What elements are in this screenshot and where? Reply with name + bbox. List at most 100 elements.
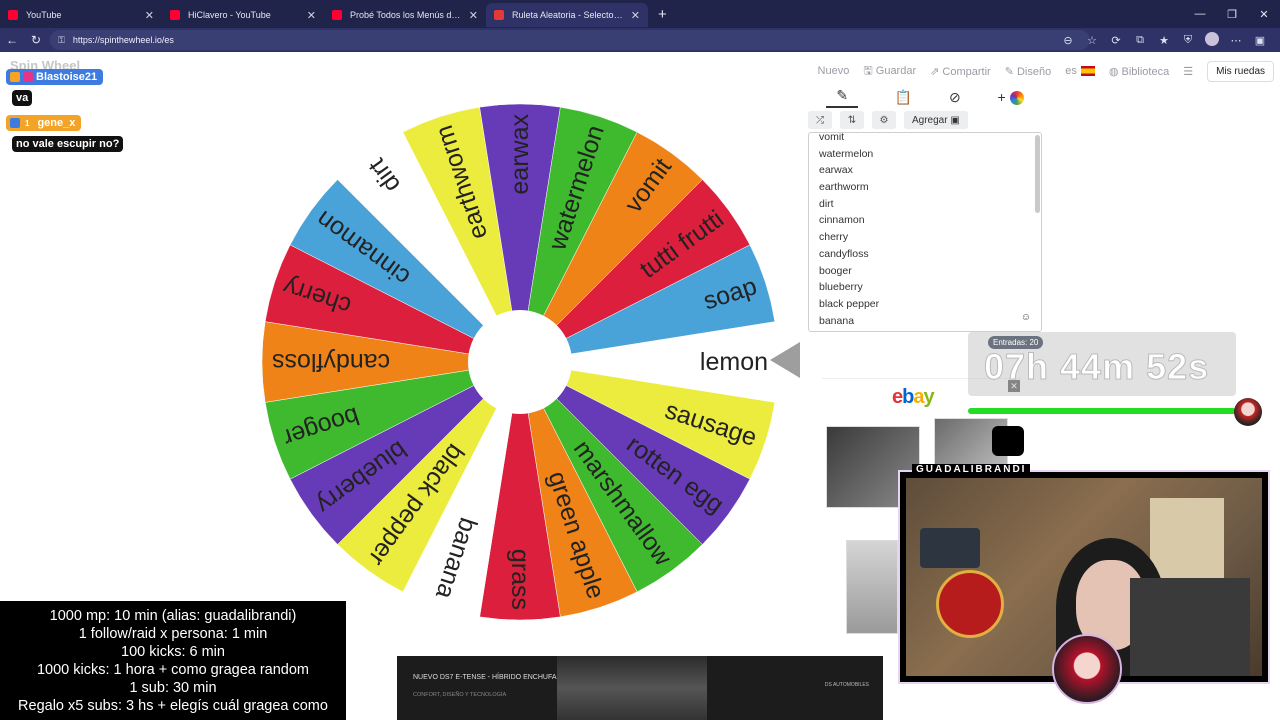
close-icon[interactable]: ✕ — [307, 9, 316, 22]
shuffle-icon[interactable]: ⤮ — [808, 111, 832, 129]
scrollbar[interactable] — [1035, 135, 1040, 213]
entry-line[interactable]: earthworm — [809, 179, 1041, 196]
favorites-icon[interactable]: ★ — [1152, 34, 1176, 47]
entry-line[interactable]: watermelon — [809, 146, 1041, 163]
diseno-label: Diseño — [1016, 65, 1052, 78]
clipboard-icon[interactable]: 📋 — [895, 89, 912, 106]
close-icon[interactable]: ✕ — [145, 9, 154, 22]
wheel-favicon-icon — [494, 10, 504, 20]
browser-tabbar: YouTube ✕ HiClavero - YouTube ✕ Probé To… — [0, 0, 1280, 28]
rule-line: 100 kicks: 6 min — [121, 644, 225, 660]
wheel-segment-label: lemon — [700, 348, 768, 376]
browser-tools: ⊖ ☆ ⟳ ⧉ ★ ⛨ ⋯ ▣ — [1056, 28, 1272, 52]
emoji-icon[interactable]: ☺ — [1021, 312, 1031, 323]
product-image[interactable] — [846, 540, 898, 634]
ad-subtitle: CONFORT, DISEÑO Y TECNOLOGÍA — [413, 692, 507, 698]
entry-line[interactable]: booger — [809, 263, 1041, 280]
rule-line: Regalo x5 subs: 3 hs + elegís cuál grage… — [18, 698, 328, 714]
wheel-center[interactable] — [468, 310, 572, 414]
menu-icon[interactable]: ☰ — [1183, 65, 1193, 78]
minimize-icon[interactable]: — — [1184, 8, 1216, 20]
add-color-icon[interactable]: + — [998, 89, 1024, 106]
entry-line[interactable]: black pepper — [809, 296, 1041, 313]
hide-eye-icon[interactable]: ⊘ — [949, 89, 961, 106]
entry-line[interactable]: earwax — [809, 162, 1041, 179]
browser-tab-active[interactable]: Ruleta Aleatoria - Selector Persona ✕ — [486, 3, 648, 27]
shield-icon[interactable]: ⛨ — [1176, 34, 1200, 47]
new-tab-icon[interactable]: + — [658, 6, 667, 23]
settings-gear-icon[interactable]: ⚙ — [872, 111, 896, 129]
platform-sign — [936, 570, 1004, 638]
extensions-icon[interactable]: ⧉ — [1128, 34, 1152, 47]
entry-line[interactable]: cinnamon — [809, 212, 1041, 229]
save-icon: 🖫 — [863, 64, 876, 77]
browser-tab[interactable]: YouTube ✕ — [0, 3, 162, 27]
nuevo-button[interactable]: Nuevo — [818, 65, 850, 77]
progress-fill — [968, 408, 1236, 414]
tab-title: Ruleta Aleatoria - Selector Persona — [512, 10, 625, 20]
entry-line[interactable]: cherry — [809, 229, 1041, 246]
sidebar-icon[interactable]: ▣ — [1248, 34, 1272, 47]
favorite-star-icon[interactable]: ☆ — [1080, 34, 1104, 47]
wheel-segment-label: earwax — [506, 114, 534, 195]
entry-line[interactable]: vomit — [809, 133, 1041, 146]
chat-message: no vale escupir no? — [12, 136, 124, 152]
guardar-label: Guardar — [875, 64, 917, 77]
sort-icon[interactable]: ⇅ — [840, 111, 864, 129]
language-selector[interactable]: es — [1065, 65, 1095, 77]
wheel-segment-label: grass — [506, 549, 534, 610]
biblioteca-button[interactable]: ◍ Biblioteca — [1109, 65, 1169, 78]
streamer-avatar — [1052, 634, 1122, 704]
youtube-icon — [332, 10, 342, 20]
editor-tabs: ✎ 📋 ⊘ + — [808, 86, 1042, 108]
reload-icon[interactable]: ↻ — [24, 33, 48, 47]
overlay-block — [992, 426, 1024, 456]
guardar-button[interactable]: 🖫 Guardar — [863, 62, 916, 81]
refresh-extension-icon[interactable]: ⟳ — [1104, 34, 1128, 47]
bottom-ad[interactable]: NUEVO DS7 E-TENSE - HÍBRIDO ENCHUFABLE C… — [397, 656, 883, 720]
profile-avatar[interactable] — [1200, 31, 1224, 49]
page-content: Spin Wheel Nuevo 🖫 Guardar ⇗ Compartir ✎… — [0, 52, 1280, 720]
reader-icon[interactable]: ⊖ — [1056, 34, 1080, 47]
mis-ruedas-button[interactable]: Mis ruedas — [1207, 60, 1274, 82]
window-close-icon[interactable]: ✕ — [1248, 8, 1280, 21]
youtube-icon — [8, 10, 18, 20]
pencil-icon: ✎ — [1004, 65, 1017, 78]
globe-icon: ◍ — [1108, 65, 1122, 78]
entry-line[interactable]: candyfloss — [809, 246, 1041, 263]
sub-months-badge: 1 — [25, 118, 30, 128]
spin-wheel[interactable]: lemonsausagerotten eggmarshmallowgreen a… — [260, 102, 780, 622]
heart-badge-icon — [23, 72, 33, 82]
agregar-button[interactable]: Agregar ▣ — [904, 111, 968, 129]
compartir-button[interactable]: ⇗ Compartir — [930, 65, 991, 78]
site-info-icon[interactable]: ⚿ — [58, 35, 65, 46]
ad-title: NUEVO DS7 E-TENSE - HÍBRIDO ENCHUFABLE — [413, 674, 570, 681]
ebay-logo[interactable]: ebay — [892, 386, 935, 409]
diseno-button[interactable]: ✎ Diseño — [1005, 65, 1052, 78]
entry-line[interactable]: banana — [809, 313, 1041, 330]
chat-user-badge: 1 gene_x — [6, 115, 82, 131]
biblioteca-label: Biblioteca — [1121, 65, 1170, 78]
browser-tab[interactable]: Probé Todos los Menús de $1 en Este ✕ — [324, 3, 486, 27]
close-icon[interactable]: ✕ — [631, 9, 640, 22]
back-icon[interactable]: ← — [0, 33, 24, 47]
top-navigation: Nuevo 🖫 Guardar ⇗ Compartir ✎ Diseño es … — [818, 60, 1280, 82]
nuevo-label: Nuevo — [817, 65, 850, 77]
more-options-icon[interactable]: ⋯ — [1224, 34, 1248, 47]
entries-textarea[interactable]: vomit watermelon earwax earthworm dirt cinnam… — [808, 132, 1042, 332]
rule-line: 1 sub: 30 min — [129, 680, 217, 696]
entry-line[interactable]: dirt — [809, 196, 1041, 213]
close-icon[interactable]: ✕ — [469, 9, 478, 22]
restore-icon[interactable]: ❐ — [1216, 8, 1248, 21]
edit-pencil-icon[interactable]: ✎ — [826, 87, 859, 108]
chat-user-badge: Blastoise21 — [6, 69, 104, 85]
wheel-segment-label: candyfloss — [272, 348, 390, 376]
entry-line[interactable]: blueberry — [809, 279, 1041, 296]
poster — [920, 528, 980, 568]
browser-tab[interactable]: HiClavero - YouTube ✕ — [162, 3, 324, 27]
url-field[interactable]: ⚿ https://spinthewheel.io/es — [50, 30, 1090, 50]
rule-line: 1000 mp: 10 min (alias: guadalibrandi) — [49, 608, 297, 624]
wheel-pointer — [770, 342, 800, 378]
address-toolbar: ← ↻ ⚿ https://spinthewheel.io/es ⊖ ☆ ⟳ ⧉… — [0, 28, 1280, 52]
chat-username: gene_x — [37, 117, 76, 129]
